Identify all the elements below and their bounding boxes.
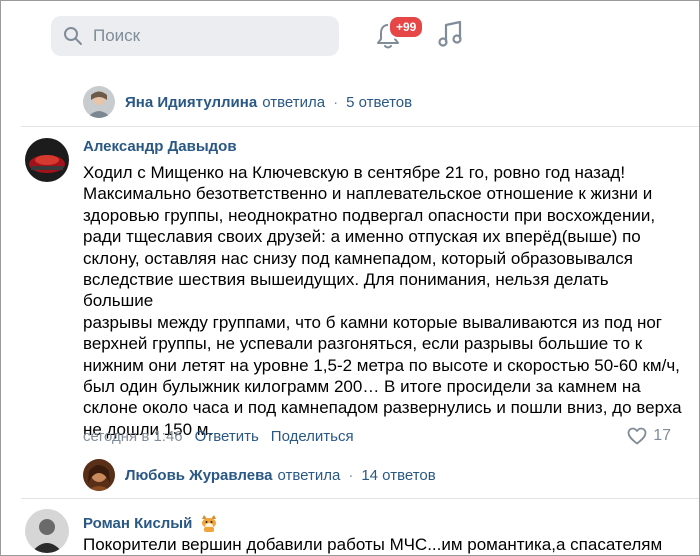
replies-count-link[interactable]: 14 ответов [361,467,435,484]
comment-meta: сегодня в 1:46 Ответить Поделиться [83,428,354,445]
comment-line: склону, оставляя нас снизу под камнепадо… [83,248,633,268]
avatar[interactable] [83,86,115,118]
separator-dot: · [348,466,354,484]
search-icon [64,27,82,45]
reply-summary[interactable]: Яна Идиятуллина ответила · 5 ответов [83,86,412,118]
comment-author[interactable]: Александр Давыдов [83,138,237,155]
comment-line: разрывы между группами, что б камни кото… [83,312,662,332]
comment-line: Максимально безответственно и наплевател… [83,184,653,204]
share-button[interactable]: Поделиться [271,428,354,445]
reply-author[interactable]: Яна Идиятуллина [125,94,257,111]
comment-line: был один булыжник килограмм 200… В итоге… [83,377,641,397]
reply-author[interactable]: Любовь Журавлева [125,467,272,484]
replies-count-link[interactable]: 5 ответов [346,94,412,111]
divider [21,498,699,499]
separator-dot: · [333,93,339,111]
reply-button[interactable]: Ответить [195,428,259,445]
top-bar: +99 [1,1,699,69]
comment-text: Ходил с Мищенко на Ключевскую в сентябре… [83,162,683,440]
reply-verb: ответила [262,93,326,111]
comment-line: нижним они летят на уровне 1,5-2 метра п… [83,355,680,375]
like-button[interactable]: 17 [627,427,671,445]
comment-line: Ходил с Мищенко на Ключевскую в сентябре… [83,163,626,182]
comment-time[interactable]: сегодня в 1:46 [83,428,183,445]
search-box[interactable] [51,16,339,56]
search-input[interactable] [91,25,315,47]
reply-verb: ответила [277,466,341,484]
comment-line: склоне около часа и под камнепадом разве… [83,398,682,418]
avatar[interactable] [25,138,69,182]
comment-text: Покорители вершин добавили работы МЧС...… [83,535,663,554]
heart-icon [627,427,647,445]
comment-line: ради тщеславия своих друзей: а именно от… [83,227,641,247]
comment-line: здоровью группы, неоднократно подвергал … [83,205,656,225]
dog-emoji [202,515,217,532]
divider [21,126,699,127]
avatar[interactable] [25,509,69,553]
reply-summary[interactable]: Любовь Журавлева ответила · 14 ответов [83,459,436,491]
comment-author-row: Роман Кислый [83,513,220,533]
likes-count: 17 [653,427,671,444]
music-note-icon[interactable] [437,19,465,49]
notification-badge: +99 [388,15,425,39]
comment-line: верхней группы, не успевали разгоняться,… [83,334,643,354]
comment-line: вследствие шествия вышеидущих. Для поним… [83,270,609,311]
avatar[interactable] [83,459,115,491]
page-frame: +99 Яна Идиятуллина ответила · 5 ответов [0,0,700,556]
comment-author[interactable]: Роман Кислый [83,515,192,532]
